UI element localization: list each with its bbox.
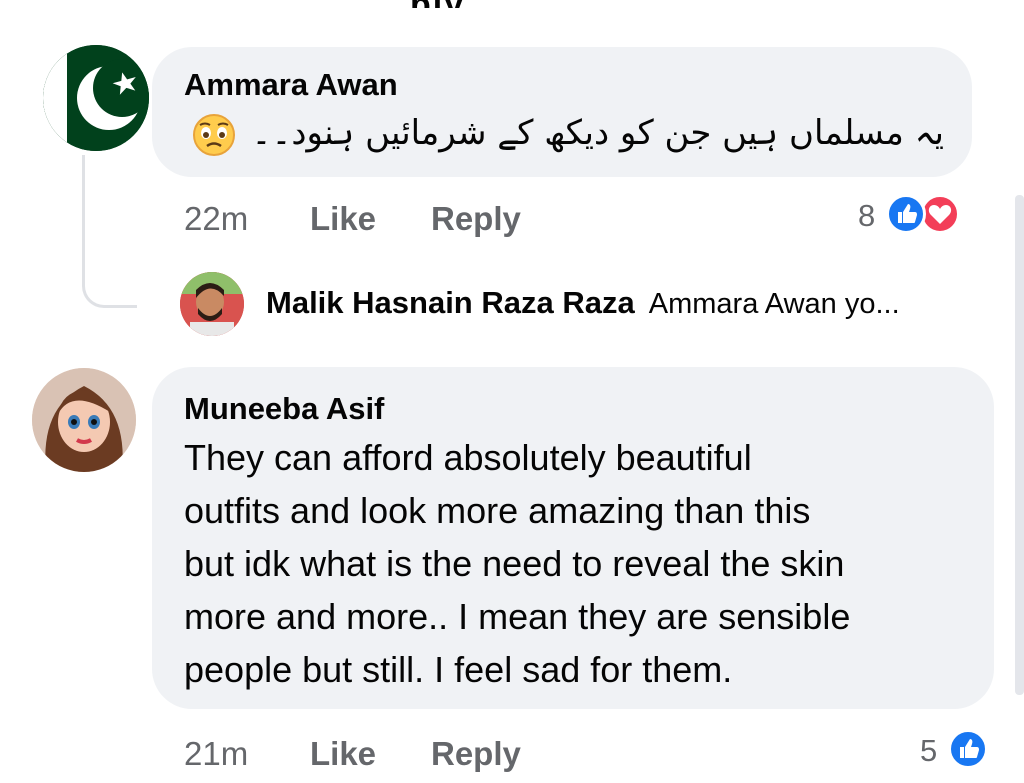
comment-author[interactable]: Muneeba Asif [184, 391, 384, 427]
weary-face-emoji-icon [192, 113, 236, 157]
reaction-count: 8 [858, 198, 876, 233]
avatar[interactable] [180, 272, 244, 336]
reaction-count: 5 [920, 733, 938, 768]
reply-author[interactable]: Malik Hasnain Raza Raza [266, 285, 635, 320]
cartoon-girl-avatar-icon [32, 368, 136, 472]
reaction-summary[interactable]: 8 [858, 194, 978, 238]
avatar[interactable] [43, 45, 149, 151]
like-button[interactable]: Like [310, 200, 376, 238]
clipped-header-text: ply [410, 0, 520, 8]
comment-author[interactable]: Ammara Awan [184, 67, 398, 103]
comment-bubble: Muneeba Asif They can afford absolutely … [152, 367, 994, 709]
reaction-summary[interactable]: 5 [920, 729, 1000, 773]
reply-button[interactable]: Reply [431, 200, 521, 238]
avatar[interactable] [32, 368, 136, 472]
comment-text-line: outfits and look more amazing than this [184, 490, 811, 531]
comment-text: They can afford absolutely beautiful out… [184, 431, 850, 696]
reply-text-preview: Ammara Awan yo... [648, 288, 900, 320]
comment-text: یہ مسلماں ہیں جن کو دیکھ کے شرمائیں ہنود… [192, 109, 944, 157]
user-photo-icon [180, 272, 244, 336]
like-icon [948, 729, 988, 769]
like-button[interactable]: Like [310, 735, 376, 773]
love-icon [920, 194, 960, 234]
comment-timestamp[interactable]: 21m [184, 735, 248, 773]
reply-button[interactable]: Reply [431, 735, 521, 773]
comment-text-line: people but still. I feel sad for them. [184, 649, 733, 690]
scrollbar[interactable] [1015, 195, 1024, 695]
comment-timestamp[interactable]: 22m [184, 200, 248, 238]
pakistan-flag-icon [43, 45, 149, 151]
comment-text-urdu: یہ مسلماں ہیں جن کو دیکھ کے شرمائیں ہنود… [251, 113, 944, 153]
thread-connector-line [82, 155, 137, 308]
reply-preview[interactable]: Malik Hasnain Raza Raza Ammara Awan yo..… [266, 285, 900, 321]
like-icon [886, 194, 926, 234]
comment-bubble: Ammara Awan یہ مسلماں ہیں جن کو دیکھ کے … [152, 47, 972, 177]
comment-text-line: but idk what is the need to reveal the s… [184, 543, 845, 584]
comment-text-line: They can afford absolutely beautiful [184, 437, 752, 478]
comment-text-line: more and more.. I mean they are sensible [184, 596, 851, 637]
